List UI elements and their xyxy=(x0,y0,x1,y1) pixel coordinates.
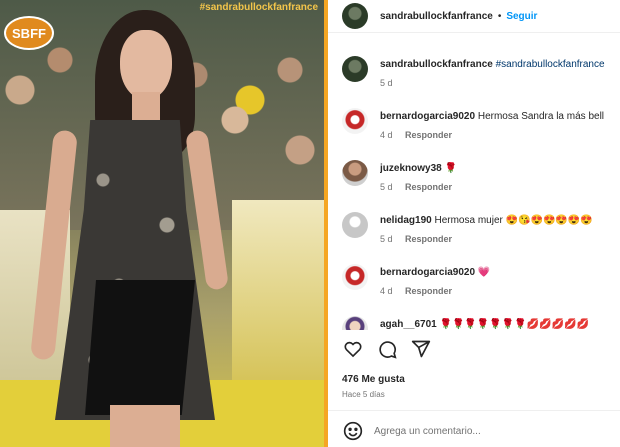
avatar[interactable] xyxy=(342,56,368,82)
emoji-icon[interactable] xyxy=(342,420,364,442)
photo-watermark: #sandrabullockfanfrance xyxy=(199,2,318,13)
avatar[interactable] xyxy=(342,264,368,290)
follow-button[interactable]: Seguir xyxy=(506,11,537,22)
sbff-logo: SBFF xyxy=(4,16,54,50)
avatar[interactable] xyxy=(342,3,368,29)
comment-text: 💗 xyxy=(477,267,491,278)
avatar[interactable] xyxy=(342,108,368,134)
avatar[interactable] xyxy=(342,160,368,186)
comment-icon[interactable] xyxy=(376,338,398,360)
avatar[interactable] xyxy=(342,316,368,330)
reply-button[interactable]: Responder xyxy=(405,234,452,244)
comment-username[interactable]: nelidag190 xyxy=(380,215,432,226)
comment-composer xyxy=(342,420,614,442)
comment-username[interactable]: bernardogarcia9020 xyxy=(380,111,475,122)
comment-text: Hermosa mujer 😍😘😍😍😍😍😍 xyxy=(434,215,593,226)
avatar[interactable] xyxy=(342,212,368,238)
legs xyxy=(110,405,180,447)
banner-right xyxy=(232,200,326,380)
comment-username[interactable]: juzeknowy38 xyxy=(380,163,442,174)
post-panel: sandrabullockfanfrance • Seguir sandrabu… xyxy=(328,0,620,447)
likes-count[interactable]: 476 Me gusta xyxy=(342,374,405,385)
share-icon[interactable] xyxy=(410,338,432,360)
reply-button[interactable]: Responder xyxy=(405,182,452,192)
comment-time: 4 d xyxy=(380,130,393,140)
comment-text: 🌹🌹🌹🌹🌹🌹🌹💋💋💋💋💋 xyxy=(439,319,589,330)
comment-input[interactable] xyxy=(374,425,614,437)
caption-time: 5 d xyxy=(380,78,393,88)
post-header: sandrabullockfanfrance • Seguir xyxy=(328,0,620,33)
header-username[interactable]: sandrabullockfanfrance xyxy=(380,11,493,22)
comment-text: Hermosa Sandra la más bell xyxy=(477,111,605,122)
comment-time: 5 d xyxy=(380,234,393,244)
post-time: Hace 5 días xyxy=(342,390,385,399)
post-photo[interactable]: SBFF #sandrabullockfanfrance xyxy=(0,0,326,447)
reply-button[interactable]: Responder xyxy=(405,130,452,140)
composer-divider xyxy=(328,410,620,411)
heart-icon[interactable] xyxy=(342,338,364,360)
comment-username[interactable]: agah__6701 xyxy=(380,319,437,330)
black-skirt xyxy=(85,280,195,415)
caption-hashtag[interactable]: #sandrabullockfanfrance xyxy=(496,59,605,70)
action-bar xyxy=(342,338,432,360)
caption-username[interactable]: sandrabullockfanfrance xyxy=(380,59,493,70)
reply-button[interactable]: Responder xyxy=(405,286,452,296)
comment-username[interactable]: bernardogarcia9020 xyxy=(380,267,475,278)
comment-time: 5 d xyxy=(380,182,393,192)
comment-time: 4 d xyxy=(380,286,393,296)
comment-text: 🌹 xyxy=(444,163,457,174)
face xyxy=(120,30,172,100)
header-separator: • xyxy=(497,10,502,22)
comments-list[interactable]: sandrabullockfanfrance #sandrabullockfan… xyxy=(328,44,620,330)
